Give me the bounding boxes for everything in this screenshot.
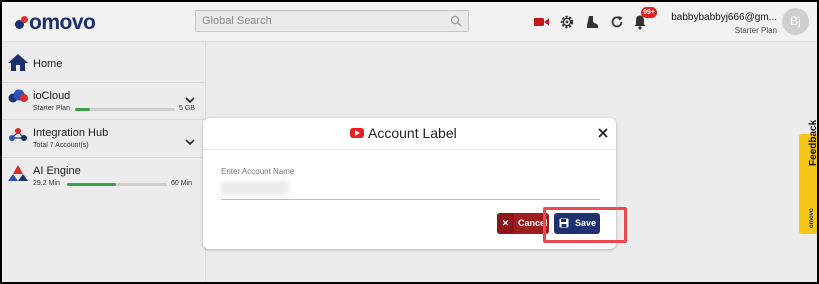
close-icon: ✕ bbox=[497, 213, 514, 234]
avatar[interactable]: Bj bbox=[782, 8, 809, 35]
sidebar-item-label: ioCloud bbox=[33, 90, 71, 102]
gear-icon[interactable] bbox=[558, 13, 576, 31]
sidebar-item-ai-engine[interactable]: AI Engine 29.2 Min 60 Min bbox=[2, 158, 206, 196]
home-icon bbox=[8, 54, 28, 76]
user-plan: Starter Plan bbox=[734, 26, 777, 35]
refresh-icon[interactable] bbox=[608, 13, 626, 31]
global-search bbox=[195, 10, 469, 32]
youtube-icon bbox=[350, 128, 364, 138]
sidebar-item-integration-hub[interactable]: Integration Hub Total 7 Account(s) bbox=[2, 120, 206, 158]
sidebar-item-iocloud[interactable]: ioCloud Starter Plan 5 GB bbox=[2, 83, 206, 120]
ai-usage-progress-fill bbox=[67, 183, 116, 186]
feedback-tab[interactable]: Feedback omovo bbox=[799, 120, 817, 234]
dialog-header: Account Label bbox=[203, 118, 616, 150]
dialog-title-text: Account Label bbox=[368, 125, 457, 141]
sidebar-item-sublabel: Starter Plan bbox=[33, 105, 70, 112]
app-window: omovo 99+ babbybabbyj666@gm... Starter P… bbox=[2, 2, 817, 282]
video-icon[interactable] bbox=[533, 13, 551, 31]
sidebar-item-label: AI Engine bbox=[33, 165, 81, 177]
sidebar-item-label: Integration Hub bbox=[33, 127, 109, 139]
chevron-down-icon[interactable] bbox=[185, 91, 195, 109]
sidebar-item-label: Home bbox=[33, 58, 63, 70]
chevron-down-icon[interactable] bbox=[185, 133, 195, 151]
account-name-label: Enter Account Name bbox=[221, 167, 295, 176]
top-bar: omovo 99+ babbybabbyj666@gm... Starter P… bbox=[2, 2, 817, 42]
ai-usage-limit: 60 Min bbox=[171, 180, 193, 187]
sidebar-item-home[interactable]: Home bbox=[2, 42, 206, 83]
save-highlight bbox=[543, 207, 627, 243]
storage-progress bbox=[75, 108, 175, 111]
search-input[interactable] bbox=[196, 11, 446, 31]
hub-icon bbox=[8, 126, 28, 149]
cancel-button[interactable]: ✕ Cancel bbox=[497, 213, 549, 234]
storage-progress-fill bbox=[75, 108, 90, 111]
ai-usage-progress bbox=[67, 183, 167, 186]
user-info[interactable]: babbybabbyj666@gm... Starter Plan bbox=[667, 12, 777, 35]
ai-engine-icon bbox=[8, 164, 28, 187]
sidebar: Home ioCloud Starter Plan 5 GB Integrati… bbox=[2, 42, 206, 282]
sidebar-item-sublabel: Total 7 Account(s) bbox=[33, 142, 89, 149]
user-email: babbybabbyj666@gm... bbox=[671, 12, 777, 23]
boot-icon[interactable] bbox=[583, 13, 601, 31]
search-icon[interactable] bbox=[450, 14, 462, 32]
app-logo[interactable]: omovo bbox=[14, 11, 96, 35]
cloud-icon bbox=[8, 89, 28, 108]
dialog-title: Account Label bbox=[350, 125, 457, 141]
logo-text: omovo bbox=[29, 11, 96, 34]
sidebar-item-sublabel: 29.2 Min bbox=[33, 180, 60, 187]
feedback-label: Feedback bbox=[808, 119, 817, 166]
account-name-underline bbox=[221, 199, 600, 200]
notification-badge: 99+ bbox=[641, 7, 657, 18]
logo-mark-icon bbox=[14, 16, 28, 30]
feedback-brand: omovo bbox=[809, 208, 815, 228]
close-icon[interactable] bbox=[596, 126, 610, 140]
account-name-field[interactable] bbox=[221, 181, 289, 195]
